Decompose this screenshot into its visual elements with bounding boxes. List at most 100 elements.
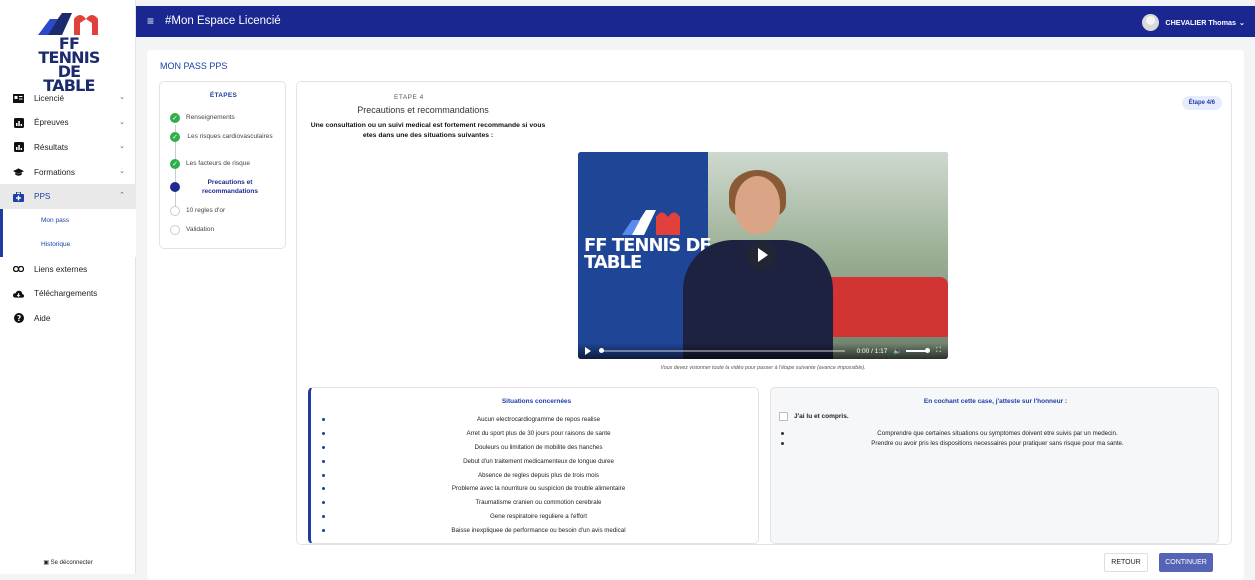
sidebar-item-label: Licencié — [34, 93, 65, 103]
sidebar-item-label: Formations — [34, 167, 75, 177]
sidebar-item-label: Aide — [34, 313, 51, 323]
app-title: #Mon Espace Licencié — [165, 15, 281, 27]
list-item: Arret du sport plus de 30 jours pour rai… — [322, 427, 752, 441]
etape-description: Une consultation ou un suivi medical est… — [310, 122, 546, 139]
chart-icon — [13, 142, 24, 153]
step-renseignements[interactable]: ✓ Renseignements — [170, 113, 235, 123]
video-logo-mark — [622, 210, 680, 235]
hamburger-menu-icon[interactable]: ≡ — [147, 15, 154, 27]
logout-label: Se déconnecter — [50, 560, 93, 566]
link-icon — [13, 264, 24, 275]
step-10-regles-dor[interactable]: 10 regles d'or — [170, 206, 225, 216]
etape-number: ETAPE 4 — [394, 94, 424, 101]
video-person-head — [735, 176, 780, 234]
attestation-list: Comprendre que certaines situations ou s… — [781, 428, 1211, 448]
sidebar-item-label: Résultats — [34, 142, 69, 152]
help-icon: ? — [13, 313, 24, 324]
situations-list: Aucun electrocardiogramme de repos reali… — [322, 413, 752, 537]
play-small-icon[interactable] — [585, 347, 591, 355]
logo-text: FF TENNIS DE TABLE — [38, 34, 100, 95]
video-note: Vous devez visionner toute la vidéo pour… — [660, 365, 866, 371]
sidebar-item-formations[interactable]: Formations ⌄ — [0, 160, 136, 185]
step-validation[interactable]: Validation — [170, 225, 214, 235]
situations-panel: Situations concernées Aucun electrocardi… — [308, 387, 759, 544]
situations-title: Situations concernées — [501, 398, 572, 405]
list-item: Douleurs ou limitation de mobilite des h… — [322, 441, 752, 455]
sidebar-item-licencie[interactable]: Licencié ⌄ — [0, 86, 136, 111]
sidebar-subitem-mon-pass[interactable]: Mon pass — [0, 208, 136, 233]
medical-bag-icon — [13, 191, 24, 202]
step-label: Les risques cardiovasculaires — [187, 133, 273, 140]
sidebar-item-epreuves[interactable]: Épreuves ⌄ — [0, 111, 136, 136]
volume-icon[interactable]: 🔈 — [893, 347, 902, 355]
etape-title: Precautions et recommandations — [357, 105, 489, 115]
page-title: MON PASS PPS — [160, 61, 228, 71]
graduation-cap-icon — [13, 167, 24, 178]
id-card-icon — [13, 93, 24, 104]
list-item: Aucun electrocardiogramme de repos reali… — [322, 413, 752, 427]
sidebar-item-label: Épreuves — [34, 118, 69, 128]
list-item: Probleme avec la nourriture ou suspicion… — [322, 482, 752, 496]
continue-button[interactable]: CONTINUER — [1159, 553, 1213, 572]
sidebar-nav: Licencié ⌄ Épreuves ⌄ Résultats ⌄ Format… — [0, 86, 136, 331]
steps-panel: ÉTAPES ✓ Renseignements ✓ Les risques ca… — [159, 81, 286, 249]
step-precautions[interactable]: Precautions et recommandations — [170, 178, 274, 196]
sidebar-item-label: Téléchargements — [34, 289, 98, 299]
step-label: Les facteurs de risque — [186, 160, 250, 167]
chevron-down-icon: ⌄ — [119, 167, 125, 175]
play-icon[interactable] — [746, 240, 776, 270]
main-content: MON PASS PPS ÉTAPES ✓ Renseignements ✓ L… — [147, 50, 1244, 580]
step-facteurs-de-risque[interactable]: ✓ Les facteurs de risque — [170, 159, 250, 169]
user-name: CHEVALIER Thomas — [1165, 18, 1236, 27]
step-label: Renseignements — [186, 114, 235, 121]
video-player[interactable]: FF TENNIS DE TABLE 0:00 / 1:17 🔈 ⛶ — [578, 152, 948, 359]
attestation-checkbox[interactable]: J'ai lu et compris. — [779, 412, 849, 421]
chevron-down-icon: ⌄ — [119, 94, 125, 101]
pending-step-icon — [170, 206, 180, 216]
step-label: Validation — [186, 226, 215, 233]
video-controls: 0:00 / 1:17 🔈 ⛶ — [578, 343, 948, 359]
fullscreen-icon[interactable]: ⛶ — [936, 347, 941, 355]
chevron-up-icon: ⌃ — [119, 192, 125, 200]
list-item: Absence de regles depuis plus de trois m… — [322, 468, 752, 482]
chevron-down-icon: ⌄ — [119, 118, 125, 126]
sidebar-item-aide[interactable]: ? Aide — [0, 306, 136, 331]
sidebar-item-label: Liens externes — [34, 264, 88, 274]
logout-icon: ▣ — [43, 560, 49, 566]
user-menu[interactable]: CHEVALIER Thomas ⌄ — [1142, 14, 1245, 31]
logout-button[interactable]: ▣ Se déconnecter — [0, 559, 136, 566]
list-item: Comprendre que certaines situations ou s… — [781, 428, 1211, 438]
video-time: 0:00 / 1:17 — [856, 347, 888, 355]
volume-slider[interactable] — [906, 348, 931, 353]
chevron-down-icon: ⌄ — [119, 143, 125, 151]
steps-heading: ÉTAPES — [209, 92, 238, 99]
step-label: Precautions et recommandations — [202, 179, 258, 195]
ff-tennis-de-table-logo[interactable]: FF TENNIS DE TABLE — [36, 9, 102, 94]
chart-icon — [13, 117, 24, 128]
sidebar-item-telechargements[interactable]: Téléchargements — [0, 282, 136, 307]
list-item: Gene respiratoire reguliere a l'effort — [322, 510, 752, 524]
attestation-panel: En cochant cette case, j'atteste sur l'h… — [770, 387, 1219, 544]
current-step-icon — [170, 182, 180, 192]
back-button[interactable]: RETOUR — [1104, 553, 1148, 572]
sidebar-item-pps[interactable]: PPS ⌃ — [0, 184, 136, 209]
checkbox-label: J'ai lu et compris. — [794, 413, 849, 420]
list-item: Prendre ou avoir pris les dispositions n… — [781, 438, 1211, 448]
sidebar-item-resultats[interactable]: Résultats ⌄ — [0, 135, 136, 160]
video-progress-bar[interactable] — [599, 348, 845, 353]
pending-step-icon — [170, 225, 180, 235]
sidebar-item-liens-externes[interactable]: Liens externes — [0, 257, 136, 282]
top-bar: ≡ #Mon Espace Licencié CHEVALIER Thomas … — [136, 6, 1255, 37]
etape-content: ETAPE 4 Precautions et recommandations U… — [296, 81, 1232, 545]
sidebar-item-label: PPS — [34, 192, 51, 202]
list-item: Debut d'un traitement medicamenteux de l… — [322, 454, 752, 468]
step-risques-cardiovasculaires[interactable]: ✓ Les risques cardiovasculaires — [170, 132, 274, 142]
svg-text:?: ? — [16, 314, 20, 323]
list-item: Baisse inexpliquee de performance ou bes… — [322, 523, 752, 537]
step-label: 10 regles d'or — [186, 207, 226, 214]
avatar — [1142, 14, 1160, 31]
sidebar-subitem-historique[interactable]: Historique — [0, 232, 136, 257]
list-item: Traumatisme cranien ou commotion cerebra… — [322, 496, 752, 510]
checkbox[interactable] — [779, 412, 788, 421]
cloud-download-icon — [13, 288, 24, 299]
